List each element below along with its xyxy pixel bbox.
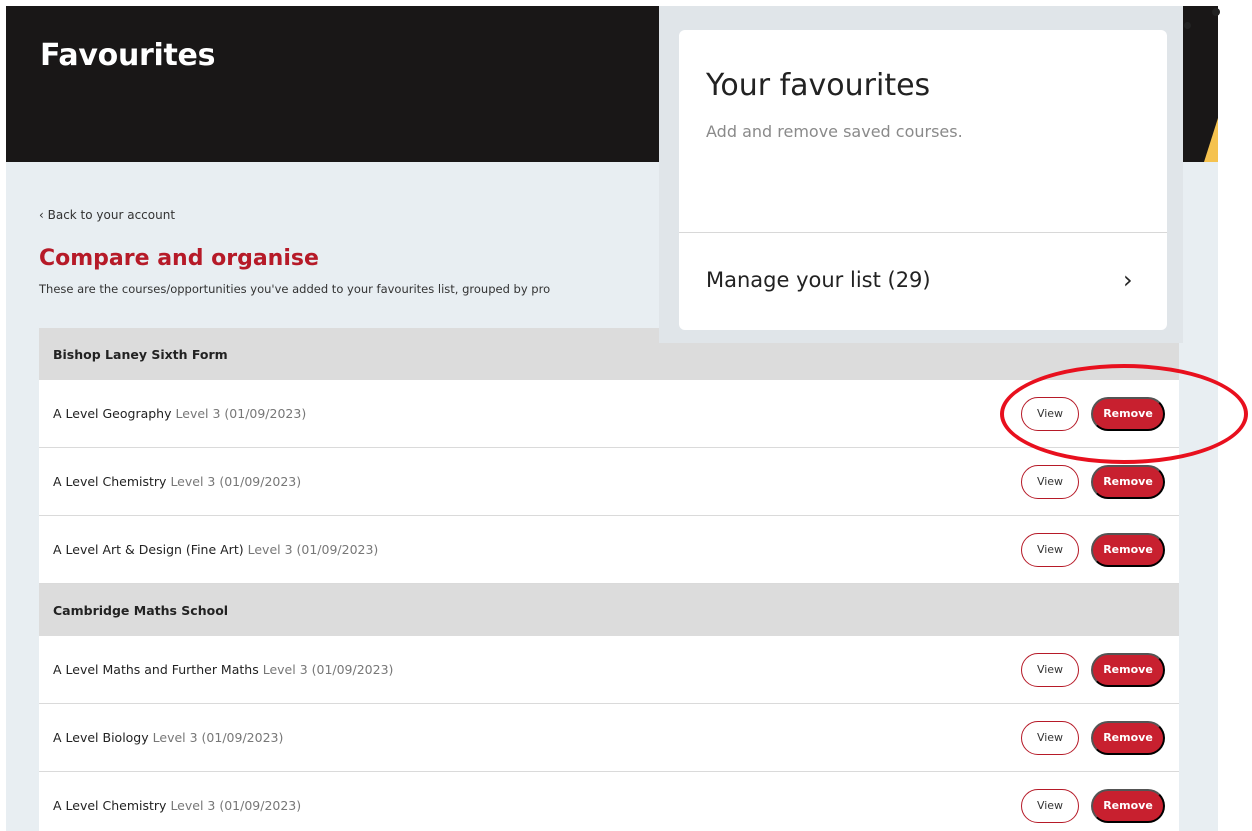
row-actions: View Remove bbox=[1021, 652, 1165, 687]
course-info: A Level Maths and Further Maths Level 3 (… bbox=[53, 662, 393, 677]
compare-description: These are the courses/opportunities you'… bbox=[39, 282, 551, 296]
back-to-account-link[interactable]: ‹ Back to your account bbox=[39, 208, 175, 222]
page: Favourites ‹ Back to your account Compar… bbox=[0, 0, 1252, 831]
remove-button[interactable]: Remove bbox=[1091, 720, 1165, 755]
page-title: Favourites bbox=[40, 38, 216, 73]
course-info: A Level Biology Level 3 (01/09/2023) bbox=[53, 730, 283, 745]
course-level: Level 3 (01/09/2023) bbox=[262, 662, 394, 677]
list-item: A Level Chemistry Level 3 (01/09/2023) Vi… bbox=[39, 448, 1179, 516]
row-actions: View Remove bbox=[1021, 532, 1165, 567]
favourites-panel: Your favourites Add and remove saved cou… bbox=[659, 6, 1183, 343]
course-level: Level 3 (01/09/2023) bbox=[152, 730, 284, 745]
course-name: A Level Biology bbox=[53, 730, 149, 745]
view-button[interactable]: View bbox=[1021, 532, 1079, 567]
compare-title: Compare and organise bbox=[39, 246, 319, 271]
remove-button[interactable]: Remove bbox=[1091, 464, 1165, 499]
list-item: A Level Chemistry Level 3 (01/09/2023) Vi… bbox=[39, 772, 1179, 831]
course-name: A Level Geography bbox=[53, 406, 172, 421]
list-item: A Level Biology Level 3 (01/09/2023) View… bbox=[39, 704, 1179, 772]
chevron-right-icon[interactable]: › bbox=[1123, 266, 1133, 294]
course-name: A Level Maths and Further Maths bbox=[53, 662, 259, 677]
course-name: A Level Chemistry bbox=[53, 474, 167, 489]
view-button[interactable]: View bbox=[1021, 464, 1079, 499]
remove-button[interactable]: Remove bbox=[1091, 532, 1165, 567]
remove-button[interactable]: Remove bbox=[1091, 652, 1165, 687]
divider bbox=[679, 232, 1167, 233]
row-actions: View Remove bbox=[1021, 788, 1165, 823]
row-actions: View Remove bbox=[1021, 464, 1165, 499]
row-actions: View Remove bbox=[1021, 720, 1165, 755]
course-info: A Level Chemistry Level 3 (01/09/2023) bbox=[53, 474, 301, 489]
view-button[interactable]: View bbox=[1021, 652, 1079, 687]
decorative-shape bbox=[1204, 118, 1218, 162]
course-level: Level 3 (01/09/2023) bbox=[247, 542, 379, 557]
course-info: A Level Geography Level 3 (01/09/2023) bbox=[53, 406, 306, 421]
manage-list-link[interactable]: Manage your list (29) bbox=[706, 268, 931, 292]
view-button[interactable]: View bbox=[1021, 788, 1079, 823]
favourites-subtitle: Add and remove saved courses. bbox=[706, 122, 963, 141]
course-level: Level 3 (01/09/2023) bbox=[170, 474, 302, 489]
remove-button[interactable]: Remove bbox=[1091, 788, 1165, 823]
list-item: A Level Maths and Further Maths Level 3 (… bbox=[39, 636, 1179, 704]
course-name: A Level Art & Design (Fine Art) bbox=[53, 542, 244, 557]
list-item: A Level Art & Design (Fine Art) Level 3 (… bbox=[39, 516, 1179, 584]
decorative-dot bbox=[1184, 22, 1191, 29]
course-name: A Level Chemistry bbox=[53, 798, 167, 813]
group-header: Cambridge Maths School bbox=[39, 584, 1179, 636]
highlight-annotation bbox=[1000, 364, 1248, 464]
course-info: A Level Chemistry Level 3 (01/09/2023) bbox=[53, 798, 301, 813]
course-info: A Level Art & Design (Fine Art) Level 3 (… bbox=[53, 542, 378, 557]
course-level: Level 3 (01/09/2023) bbox=[170, 798, 302, 813]
decorative-dot bbox=[1212, 8, 1220, 16]
course-level: Level 3 (01/09/2023) bbox=[175, 406, 307, 421]
favourites-title: Your favourites bbox=[706, 68, 931, 103]
favourites-card: Your favourites Add and remove saved cou… bbox=[679, 30, 1167, 330]
view-button[interactable]: View bbox=[1021, 720, 1079, 755]
